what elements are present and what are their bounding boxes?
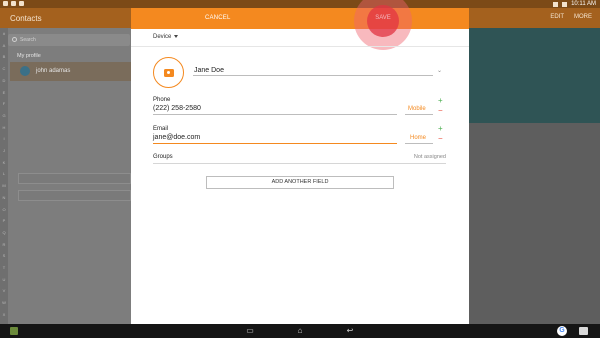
- notification-icon: [3, 1, 8, 6]
- search-input: Search: [8, 34, 130, 46]
- email-field[interactable]: jane@doe.com: [153, 134, 200, 141]
- detail-panel-body: [469, 123, 600, 324]
- detail-panel: [469, 28, 600, 123]
- index-letter: B: [2, 54, 6, 60]
- index-letter: I: [3, 136, 5, 142]
- recents-button[interactable]: ▭: [245, 327, 255, 335]
- index-letter: K: [2, 159, 6, 165]
- email-label: Email: [153, 126, 169, 132]
- add-email-icon[interactable]: +: [438, 125, 443, 133]
- wifi-icon: [553, 1, 559, 7]
- index-letter: W: [2, 300, 6, 306]
- dialog-toolbar: [131, 8, 469, 29]
- index-letter: F: [2, 101, 6, 107]
- remove-email-icon[interactable]: −: [438, 135, 443, 143]
- name-field[interactable]: Jane Doe: [194, 67, 224, 74]
- index-letter: O: [2, 206, 6, 212]
- groups-select[interactable]: Not assigned: [401, 154, 446, 160]
- index-letter: N: [2, 194, 6, 200]
- groups-underline: [153, 163, 446, 164]
- list-placeholder: [18, 190, 131, 201]
- index-letter: X: [2, 311, 6, 317]
- expand-name-icon[interactable]: ⌄: [437, 67, 442, 74]
- home-button[interactable]: ⌂: [295, 327, 305, 335]
- back-button[interactable]: ↩: [345, 327, 355, 335]
- index-letter: U: [2, 276, 6, 282]
- index-letter: T: [2, 265, 6, 271]
- name-underline: [193, 75, 433, 76]
- app-shortcut-icon[interactable]: [10, 327, 18, 335]
- phone-type-select[interactable]: Mobile: [408, 106, 426, 112]
- list-placeholder: [18, 173, 131, 184]
- email-underline-focused: [153, 143, 397, 144]
- phone-underline: [153, 114, 397, 115]
- phone-type-underline: [405, 114, 433, 115]
- index-letter: M: [2, 183, 6, 189]
- phone-field[interactable]: (222) 258-2580: [153, 105, 201, 112]
- dropdown-arrow-icon: [174, 34, 179, 38]
- screenshot-icon[interactable]: [579, 327, 588, 335]
- battery-icon: [562, 1, 568, 7]
- email-type-select[interactable]: Home: [410, 135, 426, 141]
- search-placeholder: Search: [20, 37, 36, 43]
- groups-label: Groups: [153, 154, 173, 160]
- index-letter: V: [2, 288, 6, 294]
- camera-icon: [164, 69, 174, 77]
- index-letter: J: [3, 148, 5, 154]
- add-another-field-button[interactable]: ADD ANOTHER FIELD: [206, 176, 394, 189]
- alphabet-index: #ABCDEFGHIJKLMNOPQRSTUVWXYZ: [0, 28, 8, 338]
- notification-icon: [19, 1, 24, 6]
- status-bar: 10:11 AM: [0, 0, 600, 8]
- index-letter: A: [2, 42, 6, 48]
- index-letter: H: [2, 124, 6, 130]
- remove-phone-icon[interactable]: −: [438, 107, 443, 115]
- index-letter: D: [2, 77, 6, 83]
- google-icon[interactable]: G: [557, 326, 567, 336]
- add-photo-button[interactable]: [153, 57, 184, 88]
- index-letter: L: [2, 171, 6, 177]
- more-action: MORE: [574, 14, 592, 20]
- index-letter: R: [2, 241, 6, 247]
- index-letter: G: [2, 112, 6, 118]
- storage-label: Device: [153, 34, 172, 40]
- navigation-bar: ▭ ⌂ ↩ G: [0, 324, 600, 338]
- clock: 10:11 AM: [571, 1, 596, 7]
- edit-contact-dialog: CANCEL SAVE Device Jane Doe ⌄ Phone (222…: [131, 0, 469, 324]
- notification-icon: [11, 1, 16, 6]
- avatar: [20, 66, 30, 76]
- index-letter: Q: [2, 229, 6, 235]
- index-letter: P: [2, 218, 6, 224]
- index-letter: #: [2, 31, 6, 36]
- cancel-button[interactable]: CANCEL: [205, 15, 231, 21]
- edit-action: EDIT: [550, 14, 564, 20]
- divider: [131, 46, 469, 47]
- index-letter: E: [2, 89, 6, 95]
- save-touch-ripple-core: [367, 5, 399, 37]
- add-phone-icon[interactable]: +: [438, 97, 443, 105]
- save-button[interactable]: SAVE: [375, 15, 391, 21]
- phone-label: Phone: [153, 97, 171, 103]
- index-letter: S: [2, 253, 6, 259]
- profile-name: john adamas: [36, 68, 71, 74]
- storage-dropdown[interactable]: Device: [153, 34, 179, 40]
- search-icon: [12, 37, 17, 42]
- index-letter: C: [2, 66, 6, 72]
- email-type-underline: [405, 143, 433, 144]
- section-label: My profile: [17, 53, 41, 59]
- app-title: Contacts: [10, 14, 42, 23]
